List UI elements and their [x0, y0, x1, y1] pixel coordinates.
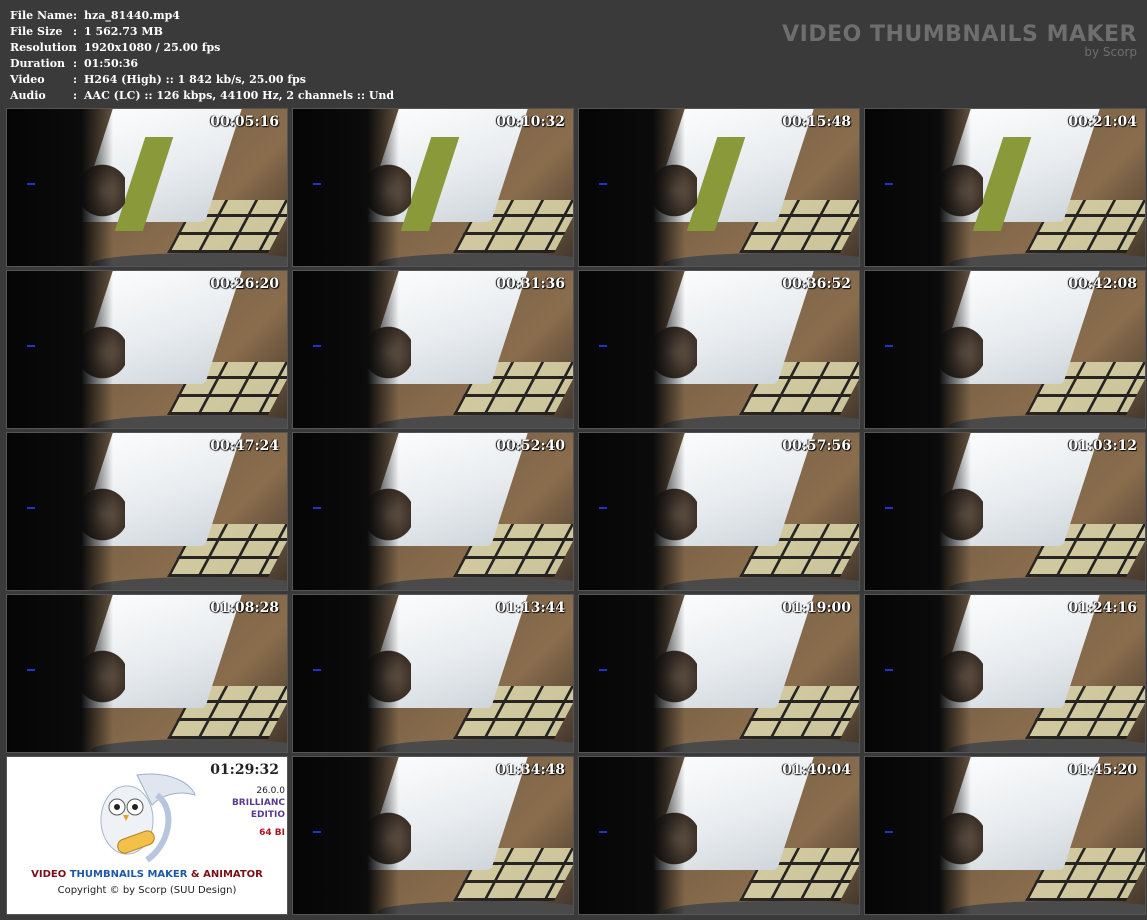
video-thumbnail: 00:31:36	[292, 270, 574, 429]
thumbnail-timestamp: 00:05:16	[210, 114, 279, 130]
thumbnail-image	[7, 595, 287, 752]
thumbnail-timestamp: 00:10:32	[496, 114, 565, 130]
video-thumbnail: 01:19:00	[578, 594, 860, 753]
info-key: File Size	[10, 25, 63, 38]
info-row: Resolution:1920x1080 / 25.00 fps	[10, 40, 394, 56]
brand-title: VIDEO THUMBNAILS MAKER	[782, 22, 1137, 47]
video-thumbnail: 00:15:48	[578, 108, 860, 267]
edition-version: 26.0.0	[256, 786, 285, 796]
thumbnail-image	[579, 109, 859, 266]
info-separator: :	[73, 41, 78, 54]
thumbnail-image	[865, 595, 1145, 752]
info-row: Video: H264 (High) :: 1 842 kb/s, 25.00 f…	[10, 72, 394, 88]
thumbnail-image	[865, 757, 1145, 914]
file-info: File Name: hza_81440.mp4 File Size:1 562.7…	[10, 8, 394, 104]
thumbnail-image	[7, 433, 287, 590]
owl-logo-icon	[100, 773, 196, 863]
thumbnail-timestamp: 01:29:32	[210, 762, 279, 778]
info-key: Duration	[10, 57, 66, 70]
video-thumbnail: 01:13:44	[292, 594, 574, 753]
thumbnail-timestamp: 01:08:28	[210, 600, 279, 616]
thumbnail-timestamp: 00:57:56	[782, 438, 851, 454]
edition-name: BRILLIANC	[231, 798, 285, 808]
info-key: File Name	[10, 9, 73, 22]
video-thumbnail: 00:42:08	[864, 270, 1146, 429]
thumbnail-timestamp: 00:52:40	[496, 438, 565, 454]
brand: VIDEO THUMBNAILS MAKER by Scorp	[782, 22, 1137, 59]
info-key: Audio	[10, 89, 46, 102]
info-separator: :	[73, 89, 78, 102]
promo-title-a: VIDEO	[31, 869, 70, 880]
promo-title-b: THUMBNAILS MAKER	[69, 869, 188, 880]
video-thumbnail: 01:45:20	[864, 756, 1146, 915]
video-thumbnail: 00:26:20	[6, 270, 288, 429]
thumbnail-image	[7, 109, 287, 266]
video-thumbnail: 01:40:04	[578, 756, 860, 915]
video-thumbnail: 00:52:40	[292, 432, 574, 591]
info-row: File Size:1 562.73 MB	[10, 24, 394, 40]
promo-title: VIDEO THUMBNAILS MAKER & ANIMATOR	[7, 869, 287, 880]
thumbnail-timestamp: 01:03:12	[1068, 438, 1137, 454]
info-key: Video	[10, 73, 45, 86]
thumbnail-image	[865, 433, 1145, 590]
video-thumbnail: 00:57:56	[578, 432, 860, 591]
video-thumbnail: 01:03:12	[864, 432, 1146, 591]
thumbnail-timestamp: 01:13:44	[496, 600, 565, 616]
thumbnail-image	[865, 109, 1145, 266]
promo-thumbnail: 01:29:32 26.0.0 BRILLIANC EDITIO 64 BI VIDEO …	[6, 756, 288, 915]
video-thumbnail: 00:05:16	[6, 108, 288, 267]
video-thumbnail: 00:36:52	[578, 270, 860, 429]
video-thumbnail: 01:34:48	[292, 756, 574, 915]
info-row: File Name: hza_81440.mp4	[10, 8, 394, 24]
info-value: 1 562.73 MB	[84, 25, 163, 38]
info-value: 1920x1080 / 25.00 fps	[84, 41, 221, 54]
video-thumbnail: 01:08:28	[6, 594, 288, 753]
info-value: H264 (High) :: 1 842 kb/s, 25.00 fps	[84, 73, 306, 86]
edition-word: EDITIO	[250, 810, 285, 820]
info-separator: :	[73, 9, 78, 22]
thumbnail-timestamp: 01:40:04	[782, 762, 851, 778]
video-thumbnail: 00:21:04	[864, 108, 1146, 267]
info-value: AAC (LC) :: 126 kbps, 44100 Hz, 2 channe…	[84, 89, 395, 102]
thumbnail-timestamp: 01:19:00	[782, 600, 851, 616]
info-row: Duration:01:50:36	[10, 56, 394, 72]
thumbnail-timestamp: 00:31:36	[496, 276, 565, 292]
thumbnail-image	[293, 433, 573, 590]
thumbnail-image	[293, 271, 573, 428]
thumbnail-image	[579, 271, 859, 428]
thumbnail-timestamp: 00:15:48	[782, 114, 851, 130]
video-thumbnail: 00:47:24	[6, 432, 288, 591]
edition-label: 26.0.0 BRILLIANC EDITIO 64 BI	[232, 785, 285, 839]
thumbnail-timestamp: 00:21:04	[1068, 114, 1137, 130]
thumbnail-image	[579, 433, 859, 590]
info-value: hza_81440.mp4	[84, 9, 180, 22]
info-row: Audio: AAC (LC) :: 126 kbps, 44100 Hz, 2 …	[10, 88, 394, 104]
info-key: Resolution	[10, 41, 77, 54]
thumbnail-timestamp: 00:47:24	[210, 438, 279, 454]
info-value: 01:50:36	[84, 57, 139, 70]
thumbnail-grid: 00:05:16 00:10:32 00:15:48 00:21:04 00:26:20…	[6, 108, 1146, 915]
promo-copyright: Copyright © by Scorp (SUU Design)	[57, 885, 237, 896]
thumbnail-timestamp: 00:26:20	[210, 276, 279, 292]
brand-subtitle: by Scorp	[1084, 45, 1137, 59]
video-thumbnail: 01:24:16	[864, 594, 1146, 753]
thumbnail-image	[293, 757, 573, 914]
info-separator: :	[73, 57, 78, 70]
thumbnail-image	[7, 271, 287, 428]
thumbnail-image	[293, 595, 573, 752]
video-thumbnail: 00:10:32	[292, 108, 574, 267]
thumbnail-image	[579, 595, 859, 752]
info-separator: :	[73, 25, 78, 38]
edition-bits: 64 BI	[259, 828, 285, 838]
thumbnail-timestamp: 00:36:52	[782, 276, 851, 292]
thumbnail-image	[865, 271, 1145, 428]
thumbnail-timestamp: 01:45:20	[1068, 762, 1137, 778]
info-separator: :	[73, 73, 78, 86]
promo-title-c: & ANIMATOR	[187, 869, 263, 880]
thumbnail-image	[579, 757, 859, 914]
thumbnail-timestamp: 00:42:08	[1068, 276, 1137, 292]
thumbnail-timestamp: 01:34:48	[496, 762, 565, 778]
thumbnail-timestamp: 01:24:16	[1068, 600, 1137, 616]
thumbnail-image	[293, 109, 573, 266]
